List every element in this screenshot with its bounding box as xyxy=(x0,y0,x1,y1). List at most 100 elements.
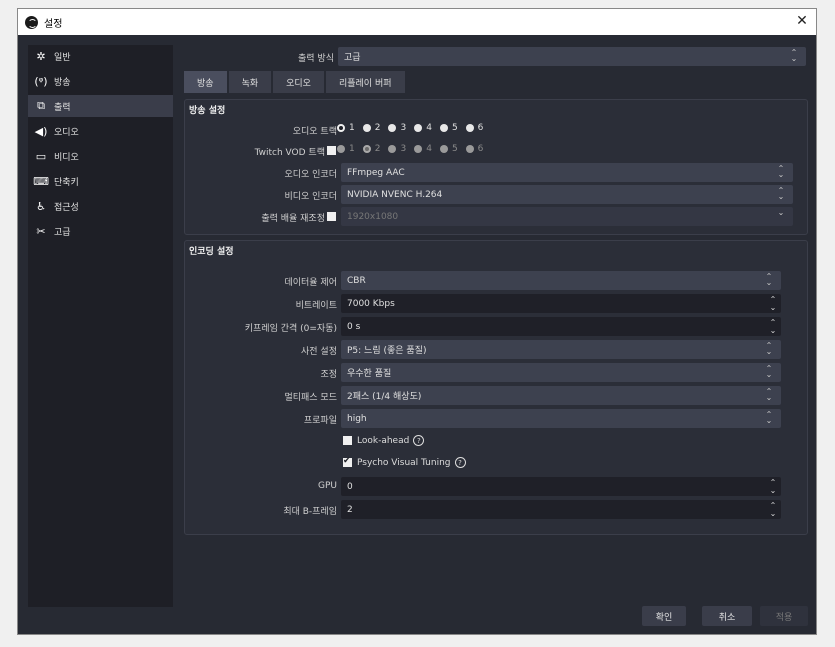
spin-arrows-icon[interactable]: ⌃ ⌄ xyxy=(768,318,778,335)
cancel-button[interactable]: 취소 xyxy=(702,606,752,626)
tab-stream[interactable]: 방송 xyxy=(184,71,227,93)
audio-track-radio[interactable]: 4 xyxy=(414,123,432,133)
profile-select[interactable]: high ⌃ ⌄ xyxy=(341,409,781,428)
updown-icon: ⌃ ⌄ xyxy=(765,387,773,402)
sidebar-item-label: 출력 xyxy=(54,102,71,113)
sidebar-item-video[interactable]: ▭ 비디오 xyxy=(28,145,173,167)
sidebar-item-label: 비디오 xyxy=(54,152,79,163)
updown-icon: ⌃ ⌄ xyxy=(777,186,785,201)
spin-arrows-icon[interactable]: ⌃ ⌄ xyxy=(768,478,778,495)
rescale-checkbox[interactable] xyxy=(327,212,336,221)
audio-track-label: 오디오 트랙 xyxy=(292,127,337,137)
spin-arrows-icon[interactable]: ⌃ ⌄ xyxy=(768,295,778,312)
stream-settings-group: 방송 설정 오디오 트랙 1 2 3 4 5 6 Twitch VOD 트랙 1… xyxy=(184,99,808,235)
twitch-vod-checkbox[interactable] xyxy=(327,146,336,155)
tab-replay-buffer[interactable]: 리플레이 버퍼 xyxy=(325,71,405,93)
broadcast-icon: (ᵠ) xyxy=(34,74,48,88)
audio-track-radios: 1 2 3 4 5 6 xyxy=(337,123,491,133)
sidebar-item-label: 접근성 xyxy=(54,202,79,213)
gpu-label: GPU xyxy=(318,481,337,491)
twitch-vod-label: Twitch VOD 트랙 xyxy=(254,148,325,158)
sidebar-item-audio[interactable]: ◀) 오디오 xyxy=(28,120,173,142)
audio-track-radio[interactable]: 1 xyxy=(337,123,355,133)
gpu-value: 0 xyxy=(347,481,353,492)
help-icon[interactable]: ? xyxy=(454,457,466,468)
spin-arrows-icon[interactable]: ⌃ ⌄ xyxy=(768,501,778,518)
updown-icon: ⌃ ⌄ xyxy=(765,272,773,287)
keyframe-value: 0 s xyxy=(347,321,361,332)
sidebar-item-general[interactable]: ✲ 일반 xyxy=(28,45,173,67)
sidebar-item-label: 일반 xyxy=(54,52,71,63)
preset-select[interactable]: P5: 느림 (좋은 품질) ⌃ ⌄ xyxy=(341,340,781,359)
close-icon[interactable]: ✕ xyxy=(794,13,810,29)
psycho-visual-checkbox[interactable] xyxy=(343,456,352,467)
rescale-select[interactable]: 1920x1080 ⌄ xyxy=(341,207,793,226)
sidebar-item-hotkeys[interactable]: ⌨ 단축키 xyxy=(28,170,173,192)
multipass-select[interactable]: 2패스 (1/4 해상도) ⌃ ⌄ xyxy=(341,386,781,405)
stream-settings-title: 방송 설정 xyxy=(189,106,226,116)
rescale-label: 출력 배율 재조정 xyxy=(261,214,325,224)
speaker-icon: ◀) xyxy=(34,124,48,138)
lookahead-label: Look-ahead xyxy=(357,435,410,446)
bitrate-value: 7000 Kbps xyxy=(347,298,395,309)
gpu-input[interactable]: 0 ⌃ ⌄ xyxy=(341,477,781,496)
bframes-value: 2 xyxy=(347,504,353,515)
output-settings-panel: 출력 방식 고급 ⌃ ⌄ 방송 녹화 오디오 리플레이 버퍼 방송 설정 오디오 … xyxy=(182,45,808,605)
output-mode-value: 고급 xyxy=(344,53,361,63)
video-encoder-select[interactable]: NVIDIA NVENC H.264 ⌃ ⌄ xyxy=(341,185,793,204)
tab-audio[interactable]: 오디오 xyxy=(273,71,324,93)
bframes-input[interactable]: 2 ⌃ ⌄ xyxy=(341,500,781,519)
twitch-track-radio[interactable]: 1 xyxy=(337,144,355,154)
audio-track-radio[interactable]: 5 xyxy=(439,123,458,133)
tuning-select[interactable]: 우수한 품질 ⌃ ⌄ xyxy=(341,363,781,382)
sidebar-item-label: 오디오 xyxy=(54,127,79,138)
profile-label: 프로파일 xyxy=(303,416,337,426)
tools-icon: ✂ xyxy=(36,224,46,238)
sidebar-item-label: 단축키 xyxy=(54,177,79,188)
keyframe-input[interactable]: 0 s ⌃ ⌄ xyxy=(341,317,781,336)
sidebar-item-accessibility[interactable]: ♿ 접근성 xyxy=(28,195,173,217)
ok-button[interactable]: 확인 xyxy=(642,606,686,626)
updown-icon: ⌃ ⌄ xyxy=(765,364,773,379)
rate-control-select[interactable]: CBR ⌃ ⌄ xyxy=(341,271,781,290)
help-icon[interactable]: ? xyxy=(413,435,425,446)
apply-button[interactable]: 적용 xyxy=(760,606,808,626)
preset-label: 사전 설정 xyxy=(301,347,337,357)
twitch-track-radio[interactable]: 3 xyxy=(388,144,406,154)
audio-track-radio[interactable]: 2 xyxy=(362,123,380,133)
rescale-value: 1920x1080 xyxy=(347,211,399,222)
rate-control-label: 데이터율 제어 xyxy=(284,278,337,288)
audio-encoder-value: FFmpeg AAC xyxy=(347,167,405,178)
twitch-track-radio[interactable]: 5 xyxy=(439,144,458,154)
twitch-track-radios: 1 2 3 4 5 6 xyxy=(337,144,491,154)
settings-window: 설정 ✕ ✲ 일반 (ᵠ) 방송 ⧉ 출력 ◀) 오디오 ▭ 비디오 ⌨ 단축키… xyxy=(17,8,817,635)
sidebar-item-stream[interactable]: (ᵠ) 방송 xyxy=(28,70,173,92)
sidebar-item-label: 고급 xyxy=(54,227,71,238)
keyboard-icon: ⌨ xyxy=(33,174,49,188)
bitrate-input[interactable]: 7000 Kbps ⌃ ⌄ xyxy=(341,294,781,313)
audio-encoder-label: 오디오 인코더 xyxy=(284,170,337,180)
tuning-label: 조정 xyxy=(320,370,337,380)
audio-track-radio[interactable]: 6 xyxy=(465,123,483,133)
monitor-icon: ▭ xyxy=(35,149,47,163)
twitch-track-radio[interactable]: 2 xyxy=(362,144,380,154)
bframes-label: 최대 B-프레임 xyxy=(283,507,337,517)
output-mode-select[interactable]: 고급 ⌃ ⌄ xyxy=(338,47,806,66)
audio-encoder-select[interactable]: FFmpeg AAC ⌃ ⌄ xyxy=(341,163,793,182)
updown-icon: ⌃ ⌄ xyxy=(790,48,798,63)
tab-recording[interactable]: 녹화 xyxy=(228,71,272,93)
audio-track-radio[interactable]: 3 xyxy=(388,123,406,133)
sidebar-item-output[interactable]: ⧉ 출력 xyxy=(28,95,173,117)
gear-icon: ✲ xyxy=(36,49,46,63)
encoder-settings-group: 인코딩 설정 데이터율 제어 CBR ⌃ ⌄ 비트레이트 7000 Kbps ⌃ ⌄… xyxy=(184,240,808,535)
window-title: 설정 xyxy=(44,18,63,30)
sidebar-item-advanced[interactable]: ✂ 고급 xyxy=(28,220,173,242)
bitrate-label: 비트레이트 xyxy=(295,301,337,311)
lookahead-checkbox[interactable] xyxy=(343,436,352,445)
updown-icon: ⌃ ⌄ xyxy=(765,341,773,356)
sidebar-item-label: 방송 xyxy=(54,77,71,88)
psycho-visual-row: Psycho Visual Tuning ? xyxy=(343,456,466,468)
twitch-track-radio[interactable]: 6 xyxy=(465,144,483,154)
twitch-track-radio[interactable]: 4 xyxy=(414,144,432,154)
title-bar: 설정 ✕ xyxy=(18,9,816,35)
